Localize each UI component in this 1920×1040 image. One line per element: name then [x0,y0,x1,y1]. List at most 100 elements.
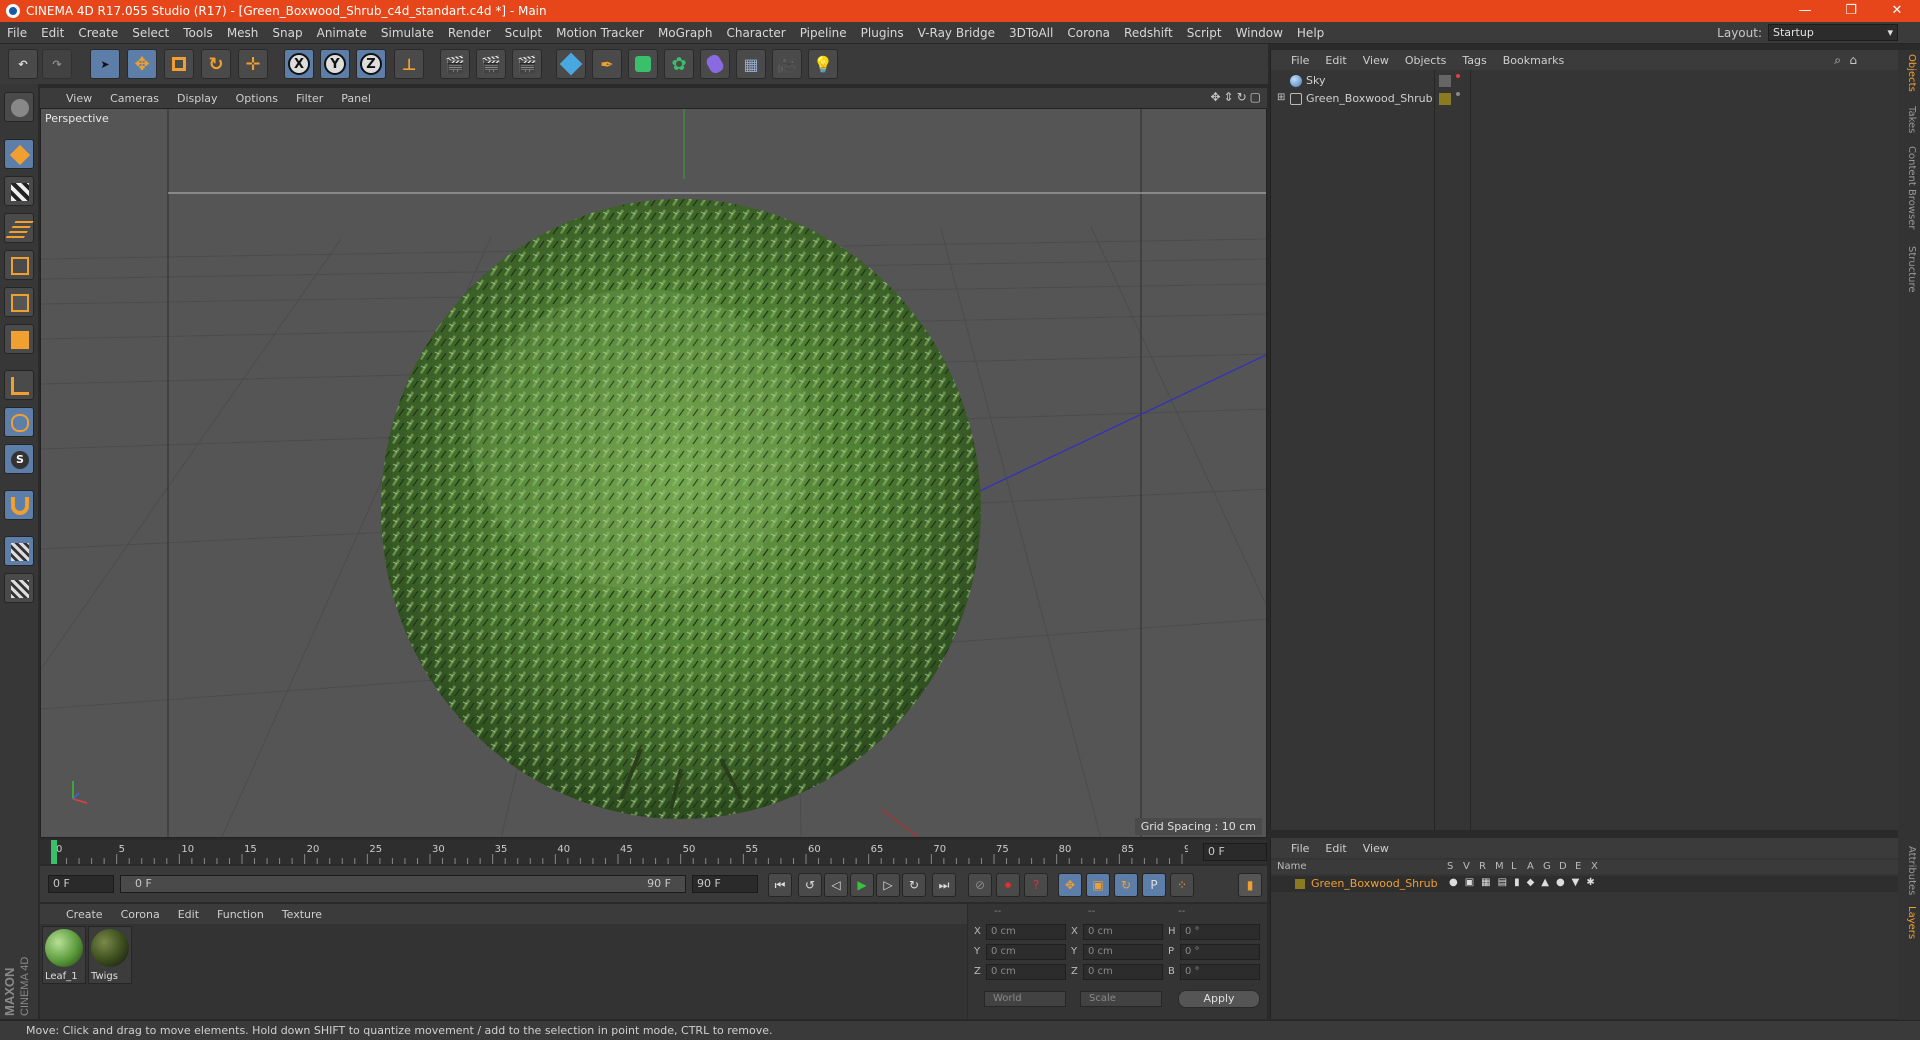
play-button[interactable]: ▶ [850,873,874,897]
redo-button[interactable]: ↷ [42,49,72,79]
size-x-field[interactable]: 0 cm [1083,924,1163,940]
material-menu-texture[interactable]: Texture [273,908,331,921]
record-active-button[interactable]: ⊘ [968,873,992,897]
previous-keyframe-button[interactable]: ↺ [798,873,822,897]
home-icon[interactable]: ⌂ [1849,53,1857,67]
tab-objects[interactable]: Objects [1901,54,1917,92]
add-camera-button[interactable]: 🎥 [772,49,802,79]
layout-select[interactable]: Startup [1768,24,1898,41]
menu-snap[interactable]: Snap [265,22,309,44]
menu-corona[interactable]: Corona [1060,22,1117,44]
viewport-zoom-icon[interactable]: ⇕ [1224,90,1234,104]
key-scale-button[interactable]: ▣ [1086,873,1110,897]
menu-redshift[interactable]: Redshift [1117,22,1180,44]
make-editable-button[interactable] [4,92,34,122]
edges-mode-button[interactable] [4,287,34,317]
material-menu-corona[interactable]: Corona [112,908,169,921]
magnet-button[interactable] [4,490,34,520]
layer-row[interactable]: Green_Boxwood_Shrub ●▣▦▤▮◆▲●▼✱ [1271,876,1899,892]
add-spline-pen-button[interactable]: ✒ [592,49,622,79]
viewport-menu-panel[interactable]: Panel [332,92,380,105]
menu-vray-bridge[interactable]: V-Ray Bridge [911,22,1002,44]
current-frame-field[interactable]: 0 F [1203,843,1267,861]
add-light-button[interactable]: 💡 [808,49,838,79]
rotate-tool-button[interactable]: ↻ [201,49,231,79]
menu-mograph[interactable]: MoGraph [651,22,720,44]
timeline-ruler[interactable]: 051015202530354045505560657075808590 [50,840,1188,864]
object-row-green-boxwood-shrub[interactable]: ⊞ Green_Boxwood_Shrub [1271,90,1899,108]
apply-button[interactable]: Apply [1178,990,1260,1008]
viewport-menu-view[interactable]: View [40,92,101,105]
add-deformer-button[interactable] [700,49,730,79]
key-position-button[interactable]: ✥ [1058,873,1082,897]
add-cloner-button[interactable]: ✿ [664,49,694,79]
layers-menu-view[interactable]: View [1355,842,1397,855]
key-parameter-button[interactable]: P [1142,873,1166,897]
menu-plugins[interactable]: Plugins [854,22,911,44]
menu-select[interactable]: Select [125,22,176,44]
menu-simulate[interactable]: Simulate [374,22,441,44]
go-to-start-button[interactable]: ⏮ [768,873,792,897]
next-frame-button[interactable]: ▷ [876,873,900,897]
polygons-mode-button[interactable] [4,324,34,354]
viewport-pan-icon[interactable]: ✥ [1210,90,1220,104]
tab-takes[interactable]: Takes [1901,106,1917,133]
expand-icon[interactable]: ⊞ [1277,92,1285,103]
visibility-dots-icon[interactable] [1456,92,1460,96]
x-axis-lock-button[interactable]: X [284,49,314,79]
rotation-h-field[interactable]: 0 ° [1180,924,1260,940]
menu-mesh[interactable]: Mesh [220,22,266,44]
menu-window[interactable]: Window [1229,22,1290,44]
planar-workplane-button[interactable] [4,573,34,603]
minimize-button[interactable]: — [1782,0,1828,22]
material-menu-create[interactable]: Create [40,908,112,921]
menu-script[interactable]: Script [1180,22,1229,44]
viewport-menu-filter[interactable]: Filter [287,92,332,105]
y-axis-lock-button[interactable]: Y [320,49,350,79]
viewport-menu-display[interactable]: Display [168,92,227,105]
material-twigs[interactable]: Twigs [88,926,132,984]
rotation-p-field[interactable]: 0 ° [1180,944,1260,960]
previous-frame-button[interactable]: ◁ [824,873,848,897]
lock-workplane-button[interactable] [4,536,34,566]
tab-content-browser[interactable]: Content Browser [1901,146,1917,229]
material-leaf-1[interactable]: Leaf_1 [42,926,86,984]
menu-sculpt[interactable]: Sculpt [498,22,549,44]
recent-tool-button[interactable]: ✛ [238,49,268,79]
layers-menu-file[interactable]: File [1283,842,1317,855]
menu-edit[interactable]: Edit [34,22,71,44]
search-icon[interactable]: ⌕ [1834,53,1841,68]
undo-button[interactable]: ↶ [8,49,38,79]
points-mode-button[interactable] [4,250,34,280]
menu-help[interactable]: Help [1290,22,1331,44]
coordinate-system-button[interactable]: ⊥ [394,49,424,79]
close-button[interactable]: ✕ [1874,0,1920,22]
timeline-window-button[interactable]: ▮ [1238,873,1262,897]
size-z-field[interactable]: 0 cm [1083,964,1163,980]
objects-menu-tags[interactable]: Tags [1454,54,1494,67]
end-frame-field[interactable]: 90 F [692,875,758,893]
texture-mode-button[interactable] [4,176,34,206]
snap-button[interactable]: S [4,444,34,474]
objects-menu-file[interactable]: File [1283,54,1317,67]
viewport-maximize-icon[interactable]: ▢ [1250,90,1261,104]
layers-menu-edit[interactable]: Edit [1317,842,1354,855]
layer-color-swatch[interactable] [1295,879,1305,889]
timeline[interactable]: 051015202530354045505560657075808590 0 F [40,840,1267,864]
rotation-b-field[interactable]: 0 ° [1180,964,1260,980]
keyframe-selection-button[interactable]: ? [1024,873,1048,897]
autokeying-button[interactable]: ⏺ [996,873,1020,897]
material-menu-edit[interactable]: Edit [169,908,208,921]
objects-menu-edit[interactable]: Edit [1317,54,1354,67]
start-frame-field[interactable]: 0 F [48,875,114,893]
playhead[interactable] [51,840,57,864]
tag-icon[interactable] [1439,75,1451,87]
live-selection-button[interactable]: ➤ [90,49,120,79]
menu-pipeline[interactable]: Pipeline [793,22,854,44]
objects-menu-bookmarks[interactable]: Bookmarks [1495,54,1572,67]
key-rotation-button[interactable]: ↻ [1114,873,1138,897]
visibility-dots-icon[interactable] [1456,74,1460,78]
move-tool-button[interactable]: ✥ [127,49,157,79]
tab-attributes[interactable]: Attributes [1901,846,1917,895]
model-mode-button[interactable] [4,139,34,169]
